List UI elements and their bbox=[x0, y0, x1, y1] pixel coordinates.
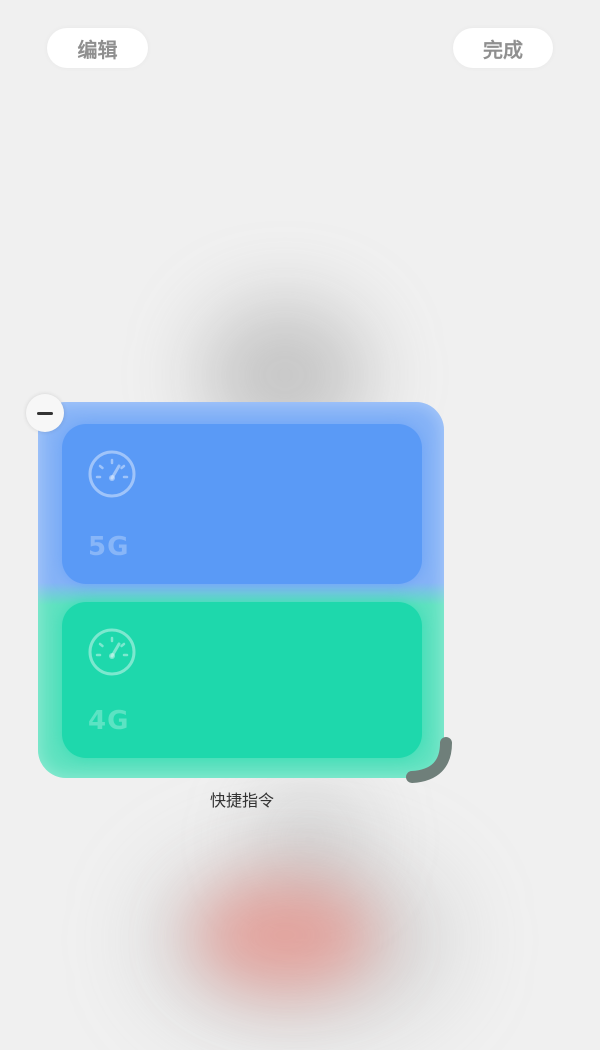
blurred-background-shape bbox=[150, 850, 450, 1030]
widget-caption: 快捷指令 bbox=[209, 791, 274, 810]
tile-label-4g: 4G bbox=[88, 706, 130, 736]
resize-handle[interactable] bbox=[400, 735, 456, 791]
tile-label-5g: 5G bbox=[88, 532, 130, 562]
edit-button[interactable]: 编辑 bbox=[47, 28, 148, 68]
speedometer-icon bbox=[88, 628, 136, 676]
done-button[interactable]: 完成 bbox=[453, 28, 553, 68]
shortcut-tile-4g[interactable]: 4G bbox=[62, 602, 422, 758]
remove-widget-button[interactable] bbox=[26, 394, 64, 432]
blurred-app-icon bbox=[195, 880, 375, 990]
shortcuts-widget[interactable]: 5G 4G bbox=[38, 402, 444, 778]
minus-icon bbox=[37, 411, 53, 415]
shortcut-tile-5g[interactable]: 5G bbox=[62, 424, 422, 584]
speedometer-icon bbox=[88, 450, 136, 498]
